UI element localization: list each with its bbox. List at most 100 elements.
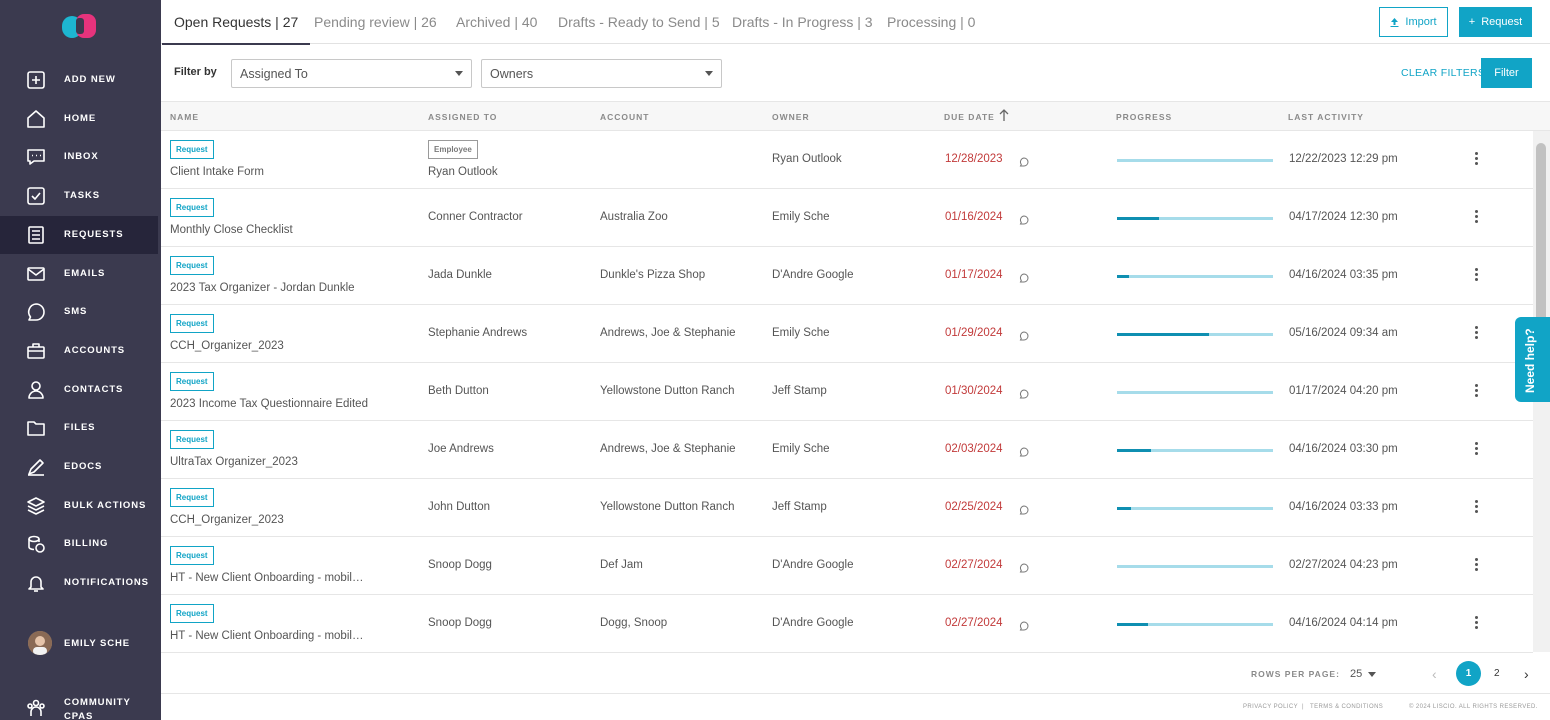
user-avatar[interactable] [28, 631, 52, 655]
more-options-icon[interactable] [1475, 500, 1479, 514]
owners-value: Owners [490, 66, 534, 81]
comment-icon[interactable] [1019, 444, 1029, 457]
community-icon[interactable] [26, 698, 46, 718]
request-name[interactable]: UltraTax Organizer_2023 [170, 456, 298, 468]
rows-per-page-select[interactable]: 25 [1350, 668, 1362, 680]
sidebar-item-add-new[interactable]: ADD NEW [0, 61, 158, 99]
sidebar-item-edocs[interactable]: EDOCS [0, 448, 158, 486]
scrollbar-thumb[interactable] [1536, 143, 1546, 339]
sidebar-item-inbox[interactable]: INBOX [0, 138, 158, 176]
sidebar-item-contacts[interactable]: CONTACTS [0, 371, 158, 409]
column-name[interactable]: NAME [170, 112, 199, 122]
more-options-icon[interactable] [1475, 384, 1479, 398]
tab-processing[interactable]: Processing | 0 [887, 0, 975, 44]
comment-icon[interactable] [1019, 328, 1029, 341]
progress-fill [1117, 449, 1152, 452]
assigned-to-select[interactable]: Assigned To [231, 59, 472, 88]
request-name[interactable]: 2023 Tax Organizer - Jordan Dunkle [170, 282, 355, 294]
tab-open-requests[interactable]: Open Requests | 27 [161, 0, 311, 45]
comment-icon[interactable] [1019, 618, 1029, 631]
progress-fill [1117, 623, 1149, 626]
comment-icon[interactable] [1019, 560, 1029, 573]
request-name[interactable]: HT - New Client Onboarding - mobil… [170, 630, 363, 642]
comment-icon[interactable] [1019, 154, 1029, 167]
tab-drafts-ready[interactable]: Drafts - Ready to Send | 5 [558, 0, 720, 44]
more-options-icon[interactable] [1475, 558, 1479, 572]
sidebar-item-notifications[interactable]: NOTIFICATIONS [0, 564, 158, 602]
request-name[interactable]: HT - New Client Onboarding - mobil… [170, 572, 363, 584]
sidebar-item-files[interactable]: FILES [0, 409, 158, 447]
column-assigned-to[interactable]: ASSIGNED TO [428, 112, 497, 122]
sidebar-item-billing[interactable]: BILLING [0, 525, 158, 563]
more-options-icon[interactable] [1475, 210, 1479, 224]
more-options-icon[interactable] [1475, 326, 1479, 340]
table-row[interactable]: Request CCH_Organizer_2023 Stephanie Andre… [161, 305, 1533, 363]
owner: Emily Sche [772, 327, 830, 339]
privacy-policy-link[interactable]: PRIVACY POLICY [1243, 704, 1298, 710]
table-row[interactable]: Request CCH_Organizer_2023 John Dutton Yell… [161, 479, 1533, 537]
prev-page-button[interactable]: ‹ [1432, 666, 1437, 682]
column-last-activity[interactable]: LAST ACTIVITY [1288, 112, 1364, 122]
account: Yellowstone Dutton Ranch [600, 385, 735, 397]
sidebar-item-bulk-actions[interactable]: BULK ACTIONS [0, 487, 158, 525]
sidebar-item-emails[interactable]: EMAILS [0, 255, 158, 293]
sidebar-item-sms[interactable]: SMS [0, 293, 158, 331]
new-request-button[interactable]: + Request [1459, 7, 1532, 37]
more-options-icon[interactable] [1475, 152, 1479, 166]
sidebar-item-label: CONTACTS [64, 383, 124, 395]
table-row[interactable]: Request HT - New Client Onboarding - mobi… [161, 595, 1533, 653]
layers-icon [26, 496, 46, 516]
need-help-button[interactable]: Need help? [1515, 317, 1550, 402]
column-owner[interactable]: OWNER [772, 112, 810, 122]
request-name[interactable]: CCH_Organizer_2023 [170, 340, 284, 352]
more-options-icon[interactable] [1475, 616, 1479, 630]
sidebar-item-accounts[interactable]: ACCOUNTS [0, 332, 158, 370]
next-page-button[interactable]: › [1524, 666, 1529, 682]
due-date: 12/28/2023 [945, 153, 1003, 165]
comment-icon[interactable] [1019, 212, 1029, 225]
tab-drafts-in-progress[interactable]: Drafts - In Progress | 3 [732, 0, 873, 44]
caret-down-icon[interactable] [1368, 672, 1376, 677]
table-row[interactable]: Request 2023 Income Tax Questionnaire Edi… [161, 363, 1533, 421]
terms-link[interactable]: TERMS & CONDITIONS [1310, 704, 1383, 710]
more-options-icon[interactable] [1475, 268, 1479, 282]
request-type-badge: Request [170, 314, 214, 333]
table-row[interactable]: Request HT - New Client Onboarding - mobi… [161, 537, 1533, 595]
owners-select[interactable]: Owners [481, 59, 722, 88]
request-name[interactable]: Client Intake Form [170, 166, 264, 178]
owner: Emily Sche [772, 211, 830, 223]
owner: D'Andre Google [772, 269, 854, 281]
import-button[interactable]: Import [1379, 7, 1448, 37]
liscio-logo[interactable] [62, 14, 98, 40]
copyright-text: © 2024 LISCIO. ALL RIGHTS RESERVED. [1409, 704, 1538, 710]
tab-pending-review[interactable]: Pending review | 26 [314, 0, 437, 44]
table-row[interactable]: Request 2023 Tax Organizer - Jordan Dunkl… [161, 247, 1533, 305]
column-progress[interactable]: PROGRESS [1116, 112, 1172, 122]
clear-filters-link[interactable]: CLEAR FILTERS [1401, 67, 1485, 79]
request-name[interactable]: CCH_Organizer_2023 [170, 514, 284, 526]
user-name[interactable]: EMILY SCHE [64, 637, 130, 651]
sidebar-item-home[interactable]: HOME [0, 100, 158, 138]
request-type-badge: Request [170, 256, 214, 275]
comment-icon[interactable] [1019, 502, 1029, 515]
progress-fill [1117, 217, 1160, 220]
page-2-button[interactable]: 2 [1494, 668, 1500, 679]
column-due-date[interactable]: DUE DATE [944, 112, 995, 122]
more-options-icon[interactable] [1475, 442, 1479, 456]
comment-icon[interactable] [1019, 270, 1029, 283]
request-name[interactable]: 2023 Income Tax Questionnaire Edited [170, 398, 368, 410]
comment-icon[interactable] [1019, 386, 1029, 399]
page-1-button[interactable]: 1 [1456, 661, 1481, 686]
community-label-line2[interactable]: CPAS [64, 710, 93, 720]
table-row[interactable]: Request Client Intake Form Employee Ryan Ou… [161, 131, 1533, 189]
sidebar-item-requests[interactable]: REQUESTS [0, 215, 158, 254]
sidebar-item-tasks[interactable]: TASKS [0, 177, 158, 215]
community-label-line1[interactable]: COMMUNITY [64, 696, 131, 710]
request-name[interactable]: Monthly Close Checklist [170, 224, 293, 236]
sort-arrow-up-icon[interactable] [999, 109, 1009, 122]
table-row[interactable]: Request UltraTax Organizer_2023 Joe Andrew… [161, 421, 1533, 479]
tab-archived[interactable]: Archived | 40 [456, 0, 537, 44]
column-account[interactable]: ACCOUNT [600, 112, 650, 122]
table-row[interactable]: Request Monthly Close Checklist Conner Con… [161, 189, 1533, 247]
filter-button[interactable]: Filter [1481, 58, 1532, 88]
